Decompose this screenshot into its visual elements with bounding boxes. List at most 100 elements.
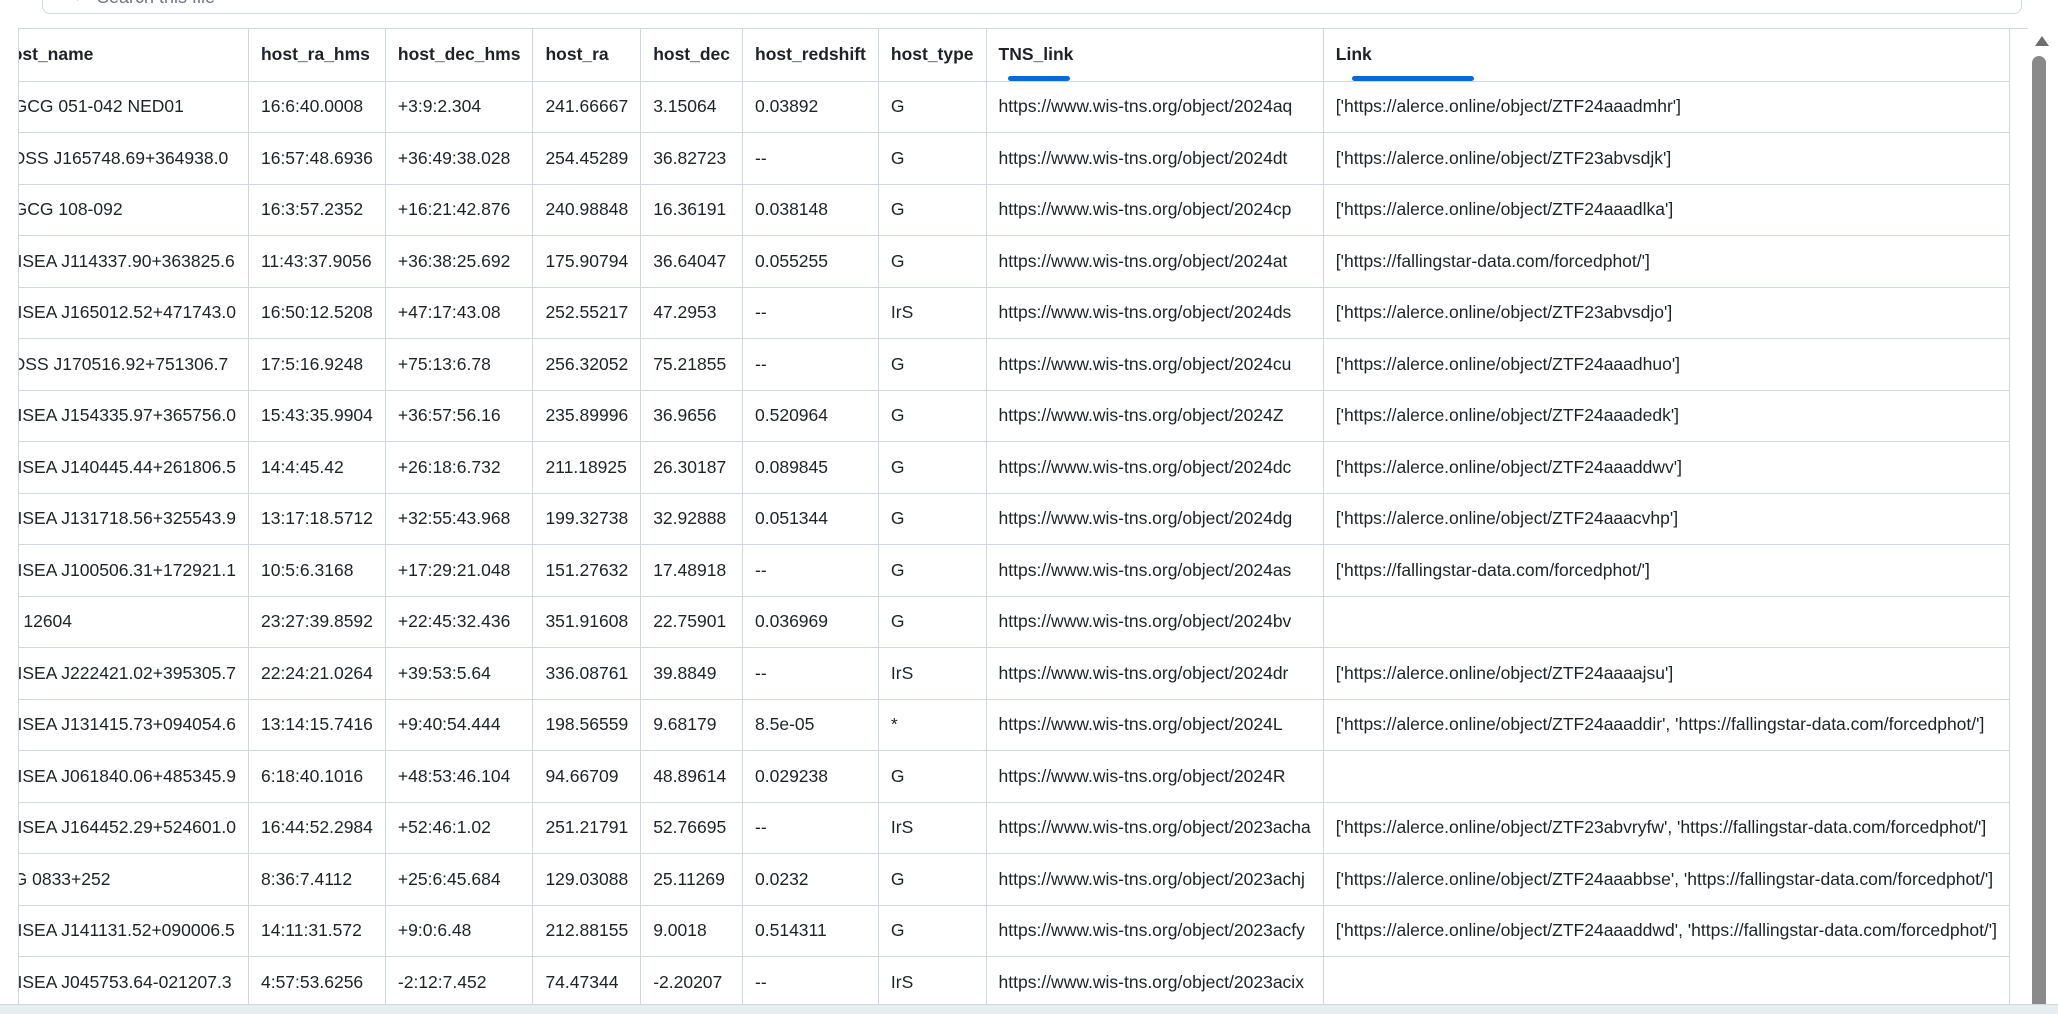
table-row: IC 1260423:27:39.8592+22:45:32.436351.91… (19, 596, 2011, 648)
table-cell-host-ra: 252.55217 (532, 287, 642, 339)
table-body: UGCG 051-042 NED01 16:6:40.0008 +3:9:2.304… (19, 81, 2011, 1009)
table-cell-host-ra-hms: 14:4:45.42 (248, 441, 386, 494)
table-row: WISEA J100506.31+172921.1 10:5:6.3168 +17:… (19, 544, 2011, 597)
table-row: UGCG 108-09216:3:57.2352+16:21:42.876240… (19, 184, 2011, 236)
vertical-scrollbar[interactable] (2028, 28, 2058, 1014)
table-cell-host-redshift: 0.051344 (742, 493, 879, 545)
table-cell-host-redshift: 0.0232 (742, 853, 879, 906)
table-cell-host-redshift: 0.514311 (742, 905, 879, 957)
table-cell-host-ra: 256.32052 (532, 338, 642, 391)
table-cell-host-ra-hms: 16:50:12.5208 (248, 287, 386, 339)
table-cell-tns-link: https://www.wis-tns.org/object/2024dt (986, 132, 1324, 185)
table-cell-host-redshift: -- (742, 132, 879, 185)
table-cell-host-type: G (878, 132, 987, 185)
column-header-host-ra-hms[interactable]: host_ra_hms (248, 29, 386, 82)
table-cell-host-ra-hms: 14:11:31.572 (248, 905, 386, 957)
table-cell-host-dec-hms: +52:46:1.02 (385, 802, 534, 854)
table-cell-host-ra: 251.21791 (532, 802, 642, 854)
table-cell-host-ra-hms: 6:18:40.1016 (248, 750, 386, 803)
scrollbar-thumb[interactable] (2032, 56, 2046, 1014)
table-cell-host-dec: 48.89614 (640, 750, 744, 803)
table-cell-host-ra: 198.56559 (532, 699, 642, 751)
column-header-link[interactable]: Link (1323, 29, 2011, 82)
table-cell-host-dec: 3.15064 (640, 81, 744, 133)
table-cell-host-ra-hms: 16:3:57.2352 (248, 184, 386, 236)
column-header-host-dec-hms[interactable]: host_dec_hms (385, 29, 534, 82)
column-header-host-redshift[interactable]: host_redshift (742, 29, 879, 82)
table-cell-host-type: G (878, 81, 987, 133)
table-cell-host-name: WISEA J061840.06+485345.9 (19, 750, 249, 803)
table-cell-host-type: IrS (878, 647, 987, 700)
table-cell-host-name: UGCG 051-042 NED01 (19, 81, 249, 133)
csv-table-container: host_namehost_ra_hmshost_dec_hmshost_rah… (18, 28, 2029, 1013)
table-cell-host-type: * (878, 699, 987, 751)
table-cell-host-dec: 52.76695 (640, 802, 744, 854)
tns-link-column-indicator (1007, 75, 1070, 80)
table-cell-host-redshift: 0.029238 (742, 750, 879, 803)
scroll-up-arrow-icon[interactable] (2035, 36, 2049, 46)
search-input[interactable] (95, 0, 1979, 9)
table-cell-host-ra: 129.03088 (532, 853, 642, 906)
table-cell-host-dec: 32.92888 (640, 493, 744, 545)
table-cell-tns-link: https://www.wis-tns.org/object/2024dc (986, 441, 1324, 494)
table-cell-host-type: G (878, 905, 987, 957)
table-row: WISEA J045753.64-021207.3 4:57:53.6256 -2:… (19, 956, 2011, 1009)
table-cell-host-ra: 212.88155 (532, 905, 642, 957)
horizontal-scrollbar[interactable] (0, 1004, 2058, 1014)
table-cell-host-dec: 16.36191 (640, 184, 744, 236)
table-cell-host-dec: 26.30187 (640, 441, 744, 494)
table-cell-host-redshift: -- (742, 956, 879, 1009)
table-cell-link: ['https://alerce.online/object/ZTF24aaad… (1323, 338, 2011, 391)
table-cell-host-dec-hms: +26:18:6.732 (385, 441, 534, 494)
table-cell-tns-link: https://www.wis-tns.org/object/2024bv (986, 596, 1324, 648)
column-header-host-type[interactable]: host_type (878, 29, 987, 82)
table-cell-host-ra: 235.89996 (532, 390, 642, 442)
table-cell-host-ra-hms: 11:43:37.9056 (248, 235, 386, 288)
table-cell-host-type: G (878, 390, 987, 442)
table-row: WISEA J114337.90+363825.6 11:43:37.9056 +3… (19, 235, 2011, 288)
search-box[interactable] (42, 0, 2022, 14)
column-header-host-ra[interactable]: host_ra (532, 29, 642, 82)
table-cell-host-dec-hms: +75:13:6.78 (385, 338, 534, 391)
table-cell-host-name: WISEA J222421.02+395305.7 (19, 647, 249, 700)
table-cell-host-type: G (878, 853, 987, 906)
table-row: WISEA J164452.29+524601.0 16:44:52.2984 +5… (19, 802, 2011, 854)
csv-table: host_namehost_ra_hmshost_dec_hmshost_rah… (19, 29, 2011, 1009)
table-cell-tns-link: https://www.wis-tns.org/object/2023achj (986, 853, 1324, 906)
table-cell-link: ['https://fallingstar-data.com/forcedpho… (1323, 235, 2011, 288)
table-cell-host-type: IrS (878, 287, 987, 339)
table-cell-tns-link: https://www.wis-tns.org/object/2024dr (986, 647, 1324, 700)
table-cell-host-redshift: 0.038148 (742, 184, 879, 236)
table-cell-link: ['https://alerce.online/object/ZTF23abvr… (1323, 802, 2011, 854)
table-cell-link: ['https://alerce.online/object/ZTF24aaad… (1323, 699, 2011, 751)
column-header-tns-link[interactable]: TNS_link (986, 29, 1324, 82)
table-cell-tns-link: https://www.wis-tns.org/object/2023acha (986, 802, 1324, 854)
table-cell-host-ra-hms: 4:57:53.6256 (248, 956, 386, 1009)
table-cell-host-ra-hms: 13:17:18.5712 (248, 493, 386, 545)
column-header-host-name[interactable]: host_name (19, 29, 249, 82)
table-row: CG 0833+2528:36:7.4112+25:6:45.684129.03… (19, 853, 2011, 906)
table-cell-host-name: SDSS J170516.92+751306.7 (19, 338, 249, 391)
table-cell-host-dec: 36.9656 (640, 390, 744, 442)
table-cell-host-name: UGCG 108-092 (19, 184, 249, 236)
table-cell-host-name: WISEA J131718.56+325543.9 (19, 493, 249, 545)
table-cell-tns-link: https://www.wis-tns.org/object/2024cu (986, 338, 1324, 391)
table-cell-host-dec-hms: +9:0:6.48 (385, 905, 534, 957)
table-cell-tns-link: https://www.wis-tns.org/object/2024Z (986, 390, 1324, 442)
table-cell-host-ra: 351.91608 (532, 596, 642, 648)
table-cell-host-name: WISEA J154335.97+365756.0 (19, 390, 249, 442)
table-cell-host-type: G (878, 235, 987, 288)
file-viewer: host_namehost_ra_hmshost_dec_hmshost_rah… (0, 0, 2058, 1014)
table-row: WISEA J061840.06+485345.9 6:18:40.1016 +48… (19, 750, 2011, 803)
table-cell-link: ['https://alerce.online/object/ZTF24aaad… (1323, 441, 2011, 494)
table-cell-host-type: G (878, 493, 987, 545)
table-cell-host-ra-hms: 13:14:15.7416 (248, 699, 386, 751)
column-header-host-dec[interactable]: host_dec (640, 29, 744, 82)
table-cell-host-dec-hms: +16:21:42.876 (385, 184, 534, 236)
table-cell-link: ['https://alerce.online/object/ZTF24aaad… (1323, 81, 2011, 133)
table-cell-host-name: WISEA J165012.52+471743.0 (19, 287, 249, 339)
table-cell-host-dec-hms: +22:45:32.436 (385, 596, 534, 648)
table-cell-host-dec-hms: +36:38:25.692 (385, 235, 534, 288)
table-cell-link: ['https://alerce.online/object/ZTF24aaad… (1323, 390, 2011, 442)
table-cell-host-ra: 74.47344 (532, 956, 642, 1009)
